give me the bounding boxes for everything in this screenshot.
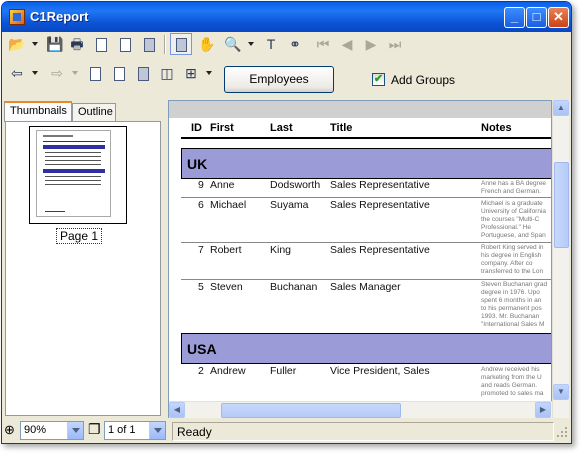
checkmark-icon[interactable]: ✔: [372, 73, 385, 86]
back-icon[interactable]: ⇦: [6, 62, 28, 84]
text-select-icon[interactable]: T: [260, 33, 282, 55]
close-icon: ✕: [553, 9, 564, 24]
view-page-icon[interactable]: [84, 62, 106, 84]
notes-cell: Steven Buchanan grad degree in 1976. Upo s…: [481, 281, 548, 328]
chevron-down-icon[interactable]: [149, 422, 165, 439]
page-setup-icon[interactable]: [90, 33, 112, 55]
single-page-icon[interactable]: [170, 33, 192, 55]
notes-cell: Michael is a graduate University of Calif…: [481, 200, 547, 239]
column-header-notes: Notes: [481, 122, 512, 134]
scroll-down-icon[interactable]: ▼: [553, 384, 569, 400]
pages-icon: ❐: [88, 421, 101, 437]
previous-page-icon[interactable]: ◀: [336, 33, 358, 55]
vertical-scroll-thumb[interactable]: [554, 162, 569, 248]
zoom-icon: ⊕: [4, 422, 15, 437]
zoom-tool-icon[interactable]: 🔍: [222, 33, 244, 55]
two-pages-icon[interactable]: ◫: [156, 62, 178, 84]
view-page-full-icon[interactable]: [132, 62, 154, 84]
notes-cell: Andrew received his marketing from the Ua…: [481, 366, 544, 397]
forward-icon[interactable]: ⇨: [46, 62, 68, 84]
column-header-id: ID: [191, 122, 202, 134]
row-divider: [181, 242, 551, 243]
app-icon: [9, 9, 25, 25]
view-page-width-icon[interactable]: [108, 62, 130, 84]
add-groups-label: Add Groups: [391, 73, 456, 87]
navigation-toolbar: ⇦ ⇨ ◫ ⊞: [4, 62, 224, 86]
row-divider: [181, 279, 551, 280]
zoom-combo[interactable]: 90%: [20, 421, 84, 440]
binoculars-icon[interactable]: ⚭: [284, 33, 306, 55]
maximize-icon: □: [532, 9, 541, 24]
page-dark-icon[interactable]: [138, 33, 160, 55]
hand-tool-icon[interactable]: ✋: [196, 33, 218, 55]
last-page-icon[interactable]: ⏭: [384, 33, 406, 55]
notes-cell: Robert King served in his degree in Engli…: [481, 244, 544, 275]
title-bar[interactable]: C1Report _ □ ✕: [2, 2, 571, 32]
page-thumbnail[interactable]: [29, 126, 127, 224]
toolbar-separator: [164, 35, 166, 54]
notes-cell: Anne has a BA degree French and German.: [481, 180, 547, 195]
page-top-margin: [169, 101, 551, 118]
resize-grip-icon[interactable]: [556, 426, 568, 438]
next-page-icon[interactable]: ▶: [360, 33, 382, 55]
main-toolbar: 📂 💾 🖶 ✋ 🔍 T ⚭ ⏮ ◀ ▶ ⏭: [4, 33, 414, 57]
first-page-icon[interactable]: ⏮: [312, 33, 334, 55]
folder-open-icon[interactable]: 📂: [6, 33, 28, 55]
report-preview[interactable]: ID First Last Title Notes UK 9 Anne Dods…: [168, 100, 552, 418]
thumbnail-panel: Page 1: [5, 121, 161, 416]
zoom-dropdown-icon[interactable]: [248, 42, 254, 46]
forward-dropdown-icon[interactable]: [72, 71, 78, 75]
minimize-button[interactable]: _: [504, 7, 525, 28]
vertical-scrollbar[interactable]: ▲ ▼: [552, 100, 569, 418]
group-header-uk: UK: [181, 148, 551, 179]
minimize-icon: _: [510, 9, 519, 24]
window-title: C1Report: [30, 9, 89, 24]
column-header-title: Title: [330, 122, 353, 134]
scroll-right-icon[interactable]: ▶: [535, 402, 551, 418]
header-rule: [181, 137, 551, 139]
chevron-down-icon[interactable]: [67, 422, 83, 439]
page-combo[interactable]: 1 of 1: [104, 421, 166, 440]
page-value: 1 of 1: [108, 424, 136, 436]
status-bar: Ready: [172, 422, 554, 441]
open-dropdown-icon[interactable]: [32, 42, 38, 46]
thumbnail-page-preview: [36, 130, 111, 217]
report-page: ID First Last Title Notes UK 9 Anne Dods…: [169, 101, 551, 403]
horizontal-scroll-thumb[interactable]: [221, 403, 401, 418]
row-divider: [181, 197, 551, 198]
close-button[interactable]: ✕: [548, 7, 569, 28]
employees-button[interactable]: Employees: [224, 66, 334, 93]
scroll-up-icon[interactable]: ▲: [553, 100, 569, 116]
save-icon[interactable]: 💾: [44, 33, 66, 55]
page-layout-icon[interactable]: [114, 33, 136, 55]
tab-outline[interactable]: Outline: [72, 103, 116, 122]
horizontal-scrollbar[interactable]: ◀ ▶: [169, 401, 552, 418]
scroll-left-icon[interactable]: ◀: [169, 402, 185, 418]
column-header-last: Last: [270, 122, 293, 134]
back-dropdown-icon[interactable]: [32, 71, 38, 75]
multi-page-icon[interactable]: ⊞: [180, 62, 202, 84]
zoom-value: 90%: [24, 424, 47, 436]
maximize-button[interactable]: □: [526, 7, 547, 28]
tab-thumbnails[interactable]: Thumbnails: [4, 101, 72, 122]
printer-icon[interactable]: 🖶: [66, 33, 88, 55]
thumbnail-page-label: Page 1: [56, 228, 103, 244]
group-header-usa: USA: [181, 333, 551, 364]
multi-page-dropdown-icon[interactable]: [206, 71, 212, 75]
column-header-first: First: [210, 122, 234, 134]
